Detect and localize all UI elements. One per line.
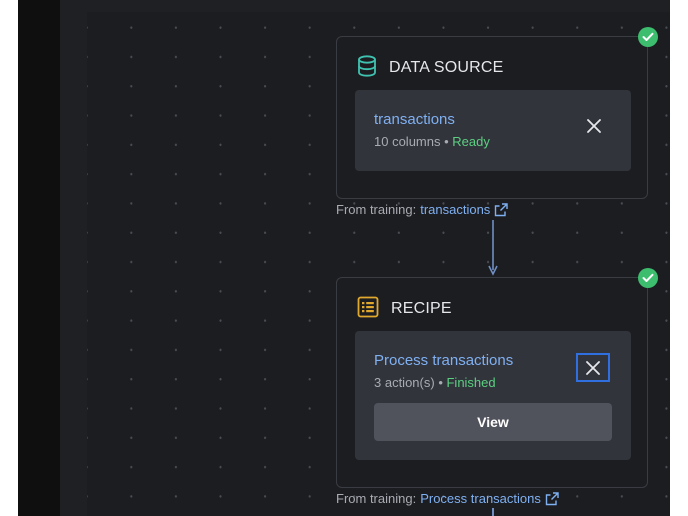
status-finished: Finished: [446, 375, 496, 390]
data-source-title: DATA SOURCE: [389, 59, 504, 76]
column-count: 10 columns: [374, 134, 441, 149]
meta-separator: •: [440, 134, 453, 149]
external-link-icon[interactable]: [545, 491, 559, 506]
close-icon: [586, 360, 600, 375]
meta-separator: •: [434, 375, 447, 390]
recipe-item-name[interactable]: Process transactions: [374, 352, 513, 369]
view-recipe-button[interactable]: View: [374, 403, 612, 441]
data-source-item-name[interactable]: transactions: [374, 111, 455, 128]
from-training-label: From training:: [336, 202, 417, 217]
recipe-from-training: From training: Process transactions: [336, 491, 559, 506]
data-source-from-training: From training: transactions: [336, 202, 508, 217]
data-source-node[interactable]: DATA SOURCE transactions 10 columns • Re…: [336, 36, 648, 199]
remove-data-source-button[interactable]: [578, 113, 610, 139]
recipe-item-meta: 3 action(s) • Finished: [374, 375, 496, 390]
top-bar: [60, 0, 670, 12]
action-count: 3 action(s): [374, 375, 435, 390]
recipe-header: RECIPE: [357, 296, 452, 323]
data-source-item-meta: 10 columns • Ready: [374, 134, 490, 149]
status-ready: Ready: [452, 134, 490, 149]
recipe-item-card[interactable]: Process transactions 3 action(s) • Finis…: [355, 331, 631, 460]
recipe-title: RECIPE: [391, 300, 452, 317]
close-icon: [587, 119, 601, 133]
from-training-link[interactable]: Process transactions: [420, 491, 541, 506]
external-link-icon[interactable]: [494, 202, 508, 217]
left-dark-strip: [18, 0, 60, 516]
connector-arrow: [488, 220, 498, 276]
remove-recipe-button[interactable]: [576, 353, 610, 382]
recipe-complete-icon: [638, 268, 658, 288]
recipe-node[interactable]: RECIPE Process transactions 3 action(s) …: [336, 277, 648, 488]
connector-line-next: [492, 508, 494, 516]
data-source-complete-icon: [638, 27, 658, 47]
app-frame: DATA SOURCE transactions 10 columns • Re…: [0, 0, 688, 516]
left-side-panel: [60, 0, 87, 516]
from-training-link[interactable]: transactions: [420, 202, 490, 217]
data-source-header: DATA SOURCE: [357, 54, 504, 82]
recipe-list-icon: [357, 296, 379, 323]
from-training-label: From training:: [336, 491, 417, 506]
database-icon: [357, 54, 377, 82]
data-source-item-card[interactable]: transactions 10 columns • Ready: [355, 90, 631, 171]
